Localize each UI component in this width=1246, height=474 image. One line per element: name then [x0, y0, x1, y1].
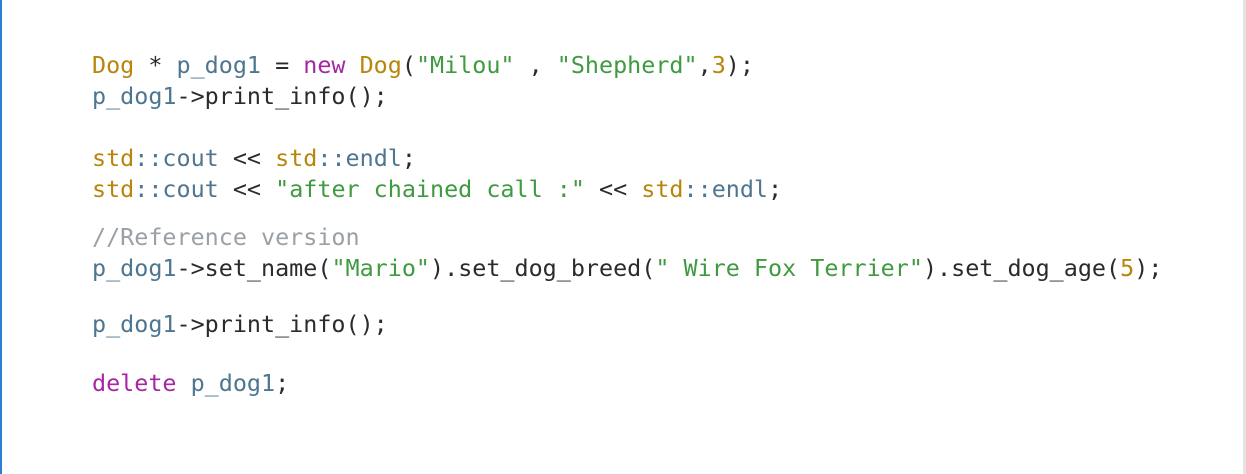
semicolon-token: ; — [768, 175, 783, 203]
code-line-2: p_dog1->print_info(); — [92, 81, 388, 111]
scope-token: :: — [317, 144, 346, 172]
number-token: 3 — [711, 51, 726, 79]
arrow-token: -> — [176, 254, 205, 282]
number-token: 5 — [1120, 254, 1135, 282]
code-line-7: p_dog1->print_info(); — [92, 309, 388, 339]
chain-token: ). — [430, 254, 459, 282]
code-line-8: delete p_dog1; — [92, 368, 289, 398]
screenshot-frame: Dog * p_dog1 = new Dog("Milou" , "Shephe… — [0, 0, 1246, 474]
identifier-token: endl — [711, 175, 769, 203]
operator-token: << — [584, 175, 642, 203]
separator-token: , — [697, 51, 712, 79]
identifier-token: endl — [345, 144, 402, 172]
namespace-token: std — [275, 144, 318, 172]
chain-token: ). — [922, 254, 952, 282]
variable-token: p_dog1 — [92, 310, 177, 338]
arrow-token: -> — [176, 310, 205, 338]
call-tail-token: (); — [345, 310, 388, 338]
variable-token: p_dog1 — [176, 51, 262, 79]
paren-open-token: ( — [1106, 254, 1121, 282]
variable-token: p_dog1 — [92, 82, 177, 110]
method-token: set_dog_age — [951, 254, 1107, 282]
code-editor[interactable]: Dog * p_dog1 = new Dog("Milou" , "Shephe… — [92, 0, 1232, 474]
arrow-token: -> — [176, 82, 205, 110]
operator-token: << — [218, 144, 276, 172]
namespace-token: std — [92, 175, 135, 203]
code-line-4: std::cout << "after chained call :" << s… — [92, 174, 782, 204]
paren-close-token: ); — [725, 51, 754, 79]
code-line-6: p_dog1->set_name("Mario").set_dog_breed(… — [92, 253, 1162, 283]
string-token: "Shepherd" — [556, 51, 698, 79]
namespace-token: std — [641, 175, 684, 203]
variable-token: p_dog1 — [190, 369, 276, 397]
string-token: "Milou" — [415, 51, 515, 79]
keyword-token: new — [303, 51, 346, 79]
method-token: print_info — [204, 310, 346, 338]
paren-open-token: ( — [641, 254, 656, 282]
scope-token: :: — [134, 144, 163, 172]
separator-token: , — [514, 51, 557, 79]
string-token: "after chained call :" — [275, 175, 585, 203]
string-token: "Mario" — [331, 254, 431, 282]
window-left-border — [0, 0, 2, 474]
method-token: set_name — [204, 254, 318, 282]
method-token: set_dog_breed — [458, 254, 642, 282]
keyword-token: delete — [92, 369, 177, 397]
code-line-5: //Reference version — [92, 222, 360, 252]
paren-open-token: ( — [317, 254, 332, 282]
method-token: print_info — [204, 82, 346, 110]
semicolon-token: ; — [401, 144, 416, 172]
type-token: Dog — [92, 51, 135, 79]
assign-token: = — [261, 51, 304, 79]
identifier-token: cout — [162, 144, 219, 172]
comment-token: //Reference version — [92, 223, 360, 251]
scope-token: :: — [134, 175, 163, 203]
paren-open-token: ( — [401, 51, 416, 79]
namespace-token: std — [92, 144, 135, 172]
identifier-token: cout — [162, 175, 219, 203]
code-line-1: Dog * p_dog1 = new Dog("Milou" , "Shephe… — [92, 50, 754, 80]
operator-token: << — [218, 175, 276, 203]
code-line-3: std::cout << std::endl; — [92, 143, 416, 173]
string-token: " Wire Fox Terrier" — [655, 254, 923, 282]
variable-token: p_dog1 — [92, 254, 177, 282]
call-tail-token: (); — [345, 82, 388, 110]
scope-token: :: — [683, 175, 712, 203]
pointer-token: * — [134, 51, 177, 79]
paren-close-token: ); — [1134, 254, 1163, 282]
constructor-token: Dog — [359, 51, 402, 79]
semicolon-token: ; — [275, 369, 290, 397]
